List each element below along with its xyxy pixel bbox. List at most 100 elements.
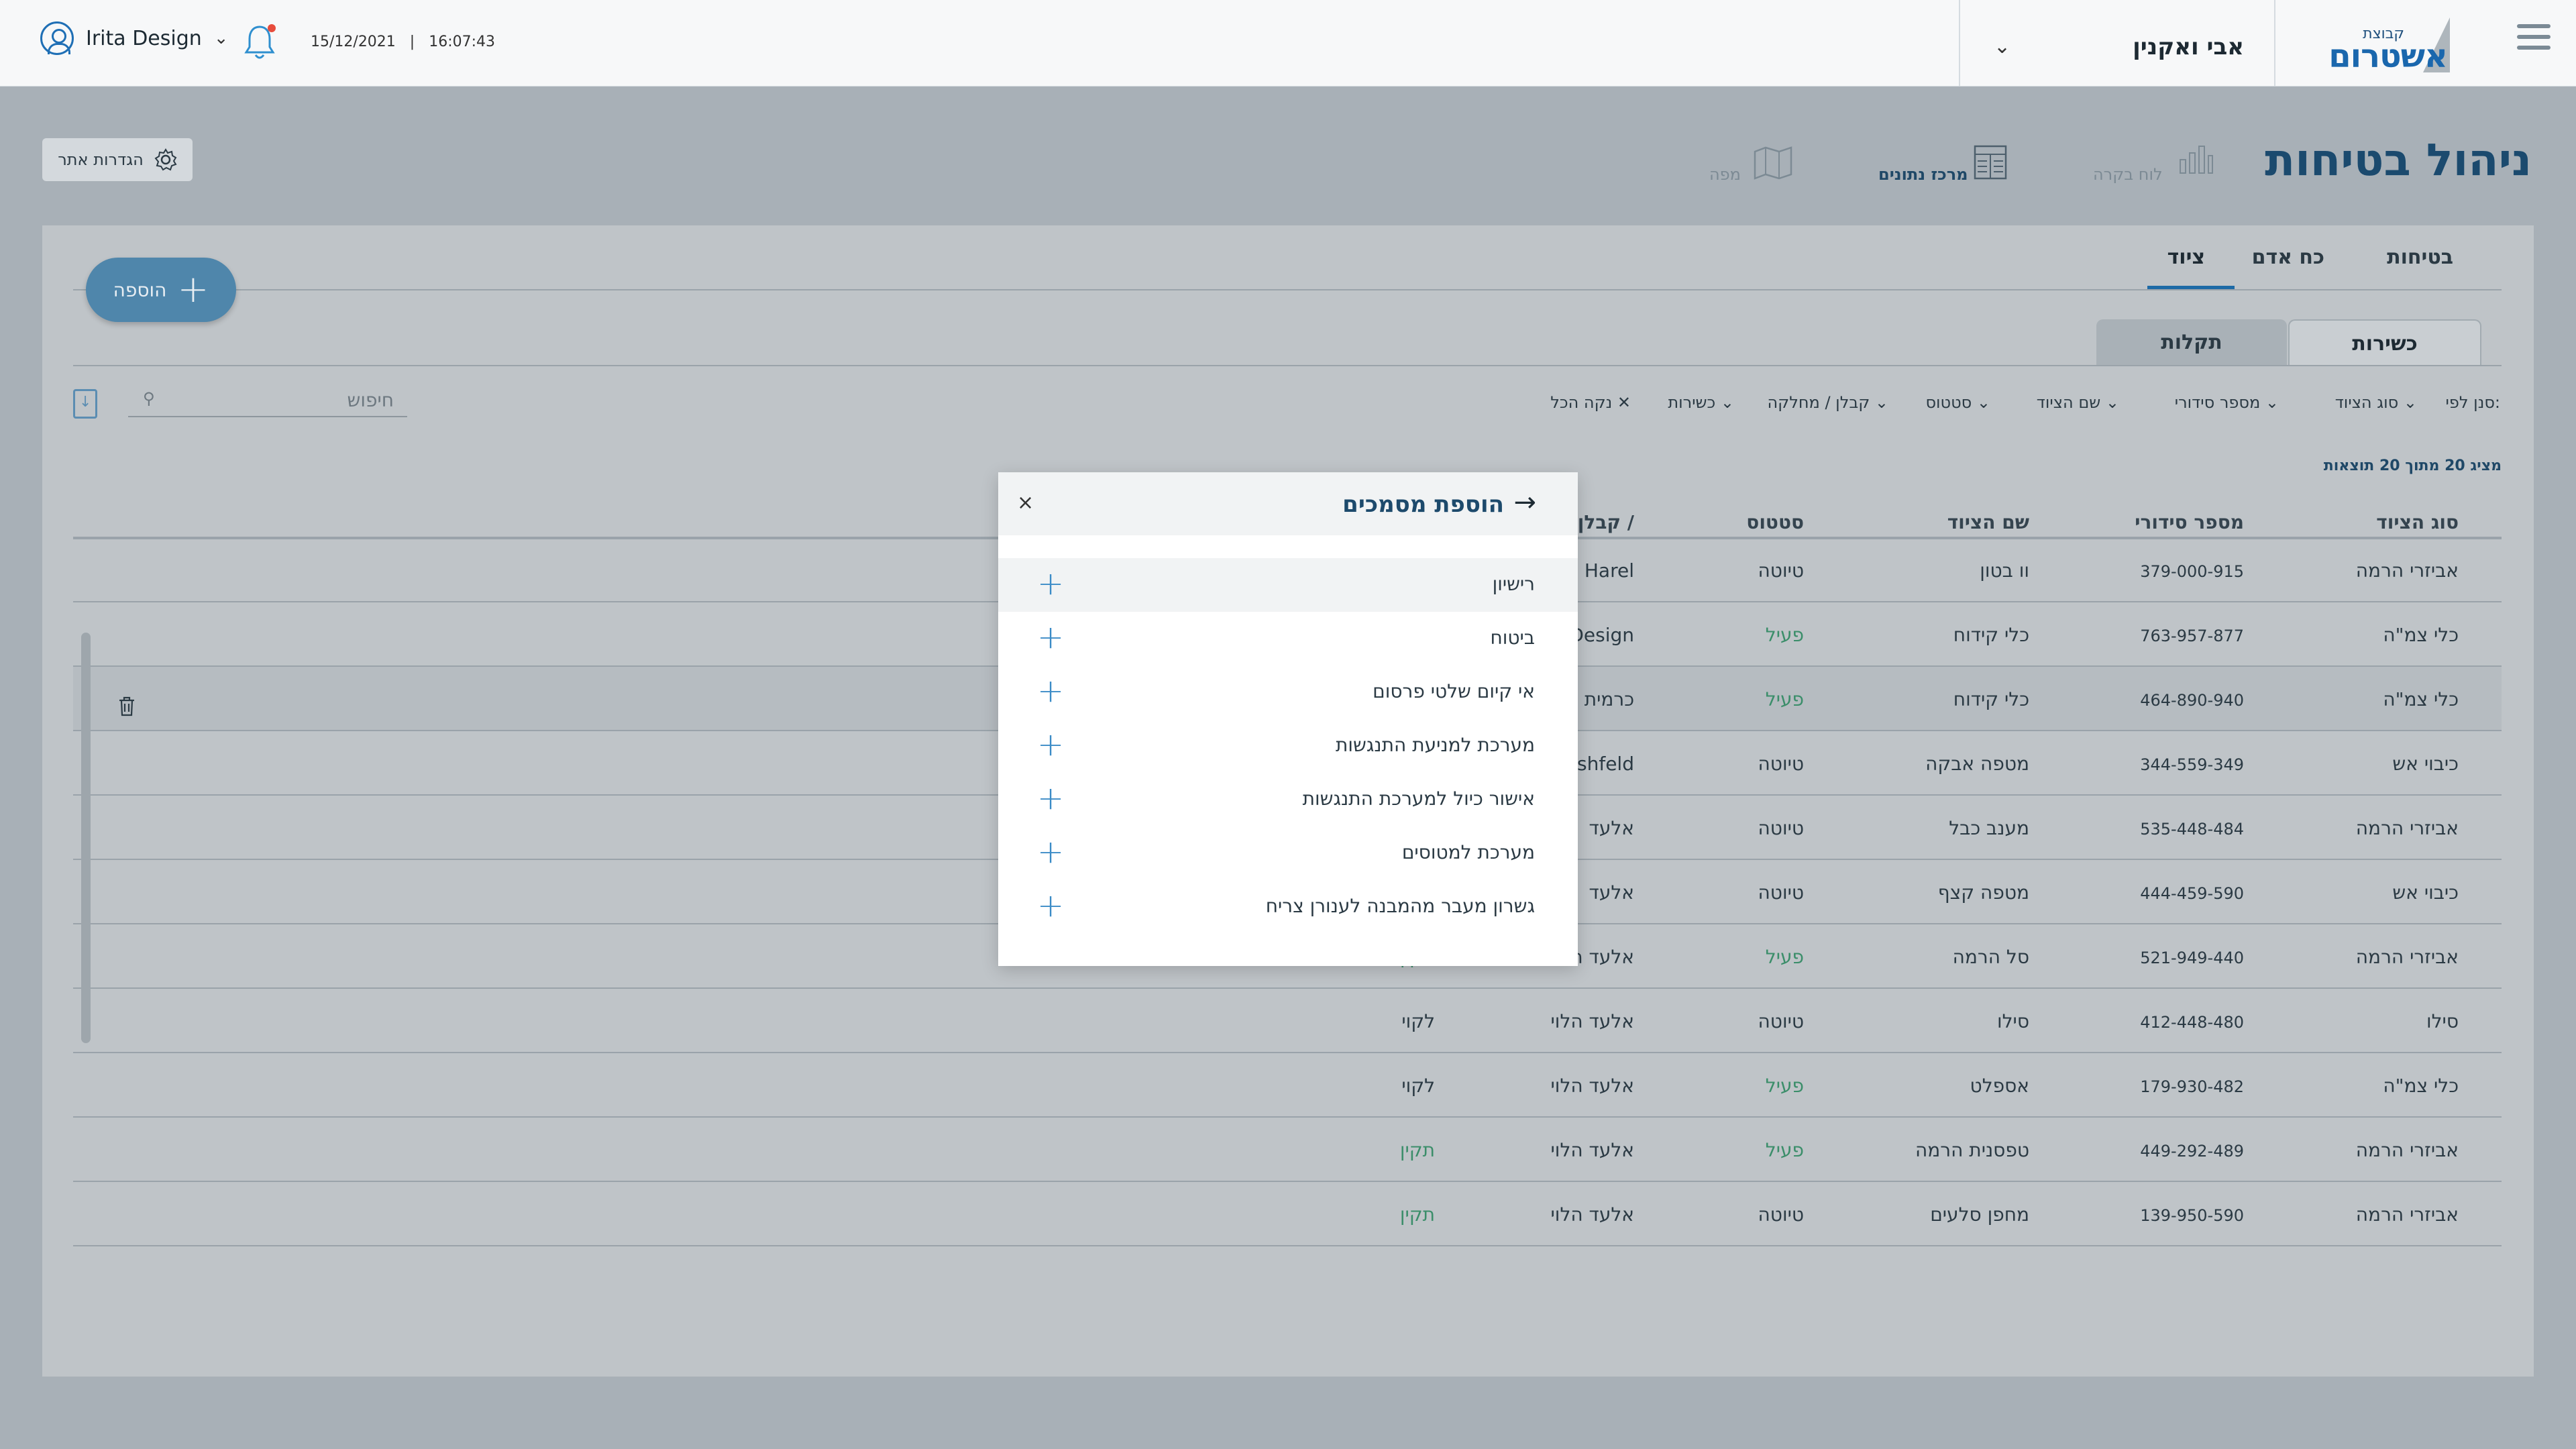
document-item[interactable]: ביטוח + [998,612,1578,665]
cell-validity: לקוי [1401,1010,1435,1032]
modal-header: → הוספת מסמכים × [998,472,1578,535]
notification-dot [268,24,276,32]
plus-icon[interactable]: + [1037,887,1064,924]
cell-contractor: Design [1569,624,1634,646]
filter-contractor[interactable]: קבלן / מחלקה ⌄ [1767,393,1888,412]
cell-contractor: Harel [1584,559,1634,582]
cell-name: אספלט [1970,1075,2029,1097]
trash-icon[interactable] [118,696,136,716]
document-label: מערכת למניעת התנגשות [1335,734,1535,756]
cell-validity: לקוי [1401,1075,1435,1097]
document-item[interactable]: אישור כיול למערכת התנגשות + [998,773,1578,826]
chevron-down-icon: ⌄ [213,28,229,48]
cell-type: סילו [2426,1010,2459,1032]
cell-validity: תקין [1399,1139,1435,1161]
data-center-icon [1974,145,2007,180]
table-row[interactable]: סילו 412-448-480 סילו טיוטה אלעד הלוי לקוי [73,989,2502,1053]
cell-contractor: כרמית [1584,688,1634,710]
filter-equipment-name[interactable]: שם הציוד ⌄ [2037,393,2119,412]
cell-serial: 379-000-915 [2140,562,2244,581]
cell-type: אביזרי הרמה [2355,1203,2459,1226]
plus-icon[interactable]: + [1037,672,1064,710]
modal-title: הוספת מסמכים [1342,491,1504,518]
cell-type: כלי צמ"ה [2383,688,2459,710]
cell-status: טיוטה [1758,881,1805,904]
cell-name: סילו [1997,1010,2029,1032]
tab-equipment[interactable]: ציוד [2167,246,2205,269]
cell-name: מחפן סלעים [1930,1203,2029,1226]
top-bar: קבוצת אשטרום אבי ואקנין ⌄ Irita Design ⌄… [0,0,2576,87]
cell-contractor: אלעד הלוי [1550,1203,1634,1226]
plus-icon: + [177,268,209,311]
document-label: רישיון [1492,573,1535,595]
company-logo: קבוצת אשטרום [2316,15,2450,75]
cell-name: טפסנית הרמה [1915,1139,2029,1161]
document-label: גשרון מעבר מהמבנה לענורן צריח [1265,895,1535,917]
cell-type: אביזרי הרמה [2355,1139,2459,1161]
filter-serial-number[interactable]: מספר סידורי ⌄ [2175,393,2279,412]
plus-icon[interactable]: + [1037,619,1064,656]
add-button[interactable]: הוספה + [86,258,236,322]
plus-icon[interactable]: + [1037,726,1064,763]
search-icon: ⚲ [143,389,155,408]
cell-type: כלי צמ"ה [2383,1075,2459,1097]
tab-safety[interactable]: בטיחות [2387,246,2453,269]
cell-type: כלי צמ"ה [2383,624,2459,646]
table-row[interactable]: אביזרי הרמה 449-292-489 טפסנית הרמה פעיל אלע… [73,1118,2502,1182]
cell-serial: 464-890-940 [2140,691,2244,710]
tab-manpower[interactable]: כח אדם [2252,246,2324,269]
scrollbar[interactable] [81,633,91,1043]
document-item[interactable]: מערכת למטוסים + [998,826,1578,880]
bell-icon[interactable] [244,24,276,60]
cell-serial: 139-950-590 [2140,1206,2244,1225]
cell-name: וו בטון [1980,559,2029,582]
user-menu[interactable]: Irita Design ⌄ [40,21,229,55]
add-documents-modal: → הוספת מסמכים × רישיון + ביטוח + אי קיום של… [998,472,1578,966]
site-settings-button[interactable]: הגדרות אתר [42,138,193,181]
cell-name: כלי קידוח [1953,624,2029,646]
filter-fitness[interactable]: כשירות ⌄ [1668,393,1734,412]
plus-icon[interactable]: + [1037,833,1064,871]
chevron-down-icon[interactable]: ⌄ [1994,35,2010,58]
subtab-fitness[interactable]: כשירות [2288,319,2481,366]
filter-equipment-type[interactable]: סוג הציוד ⌄ [2335,393,2417,412]
cell-name: מטפה אבקה [1925,753,2029,775]
cell-type: כיבוי אש [2392,881,2459,904]
menu-icon[interactable] [2517,24,2551,58]
download-icon[interactable]: ↓ [73,389,97,419]
project-user-select[interactable]: אבי ואקנין [2133,34,2244,60]
cell-contractor: אלעד [1589,881,1634,904]
subtab-faults[interactable]: תקלות [2096,319,2287,365]
cell-contractor: shfeld [1577,753,1634,775]
table-row[interactable]: אביזרי הרמה 139-950-590 מחפן סלעים טיוטה אלע… [73,1182,2502,1246]
cell-serial: 344-559-349 [2140,755,2244,774]
cell-contractor: אלעד הלוי [1550,1139,1634,1161]
clear-filters[interactable]: נקה הכל ✕ [1550,393,1631,412]
cell-name: סל הרמה [1952,946,2029,968]
plus-icon[interactable]: + [1037,780,1064,817]
table-row[interactable]: כלי צמ"ה 179-930-482 אספלט פעיל אלעד הלוי לקו… [73,1053,2502,1118]
document-item[interactable]: גשרון מעבר מהמבנה לענורן צריח + [998,880,1578,934]
date-time: 15/12/2021 | 16:07:43 [311,34,496,50]
cell-type: אביזרי הרמה [2355,817,2459,839]
filter-status[interactable]: סטטוס ⌄ [1925,393,1990,412]
document-item[interactable]: רישיון + [998,558,1578,612]
divider [2274,0,2275,86]
document-label: אישור כיול למערכת התנגשות [1302,788,1535,810]
search-field[interactable]: ⚲ חיפוש [128,381,407,417]
arrow-right-icon[interactable]: → [1513,487,1536,518]
cell-name: מטפה קצף [1937,881,2029,904]
user-name: Irita Design [86,26,202,50]
cell-serial: 535-448-484 [2140,820,2244,839]
gear-icon [154,148,177,171]
cell-contractor: אלעד הלוי [1550,1010,1634,1032]
plus-icon[interactable]: + [1037,565,1064,602]
document-item[interactable]: מערכת למניעת התנגשות + [998,719,1578,773]
close-icon[interactable]: × [1017,491,1034,515]
filter-bar: סנן לפי: סוג הציוד ⌄ מספר סידורי ⌄ שם הצ… [1550,393,2500,420]
document-label: מערכת למטוסים [1401,841,1535,863]
add-label: הוספה [113,278,167,301]
document-item[interactable]: אי קיום שלטי פרסום + [998,665,1578,719]
cell-serial: 412-448-480 [2140,1013,2244,1032]
cell-contractor: אלעד הלוי [1550,1075,1634,1097]
